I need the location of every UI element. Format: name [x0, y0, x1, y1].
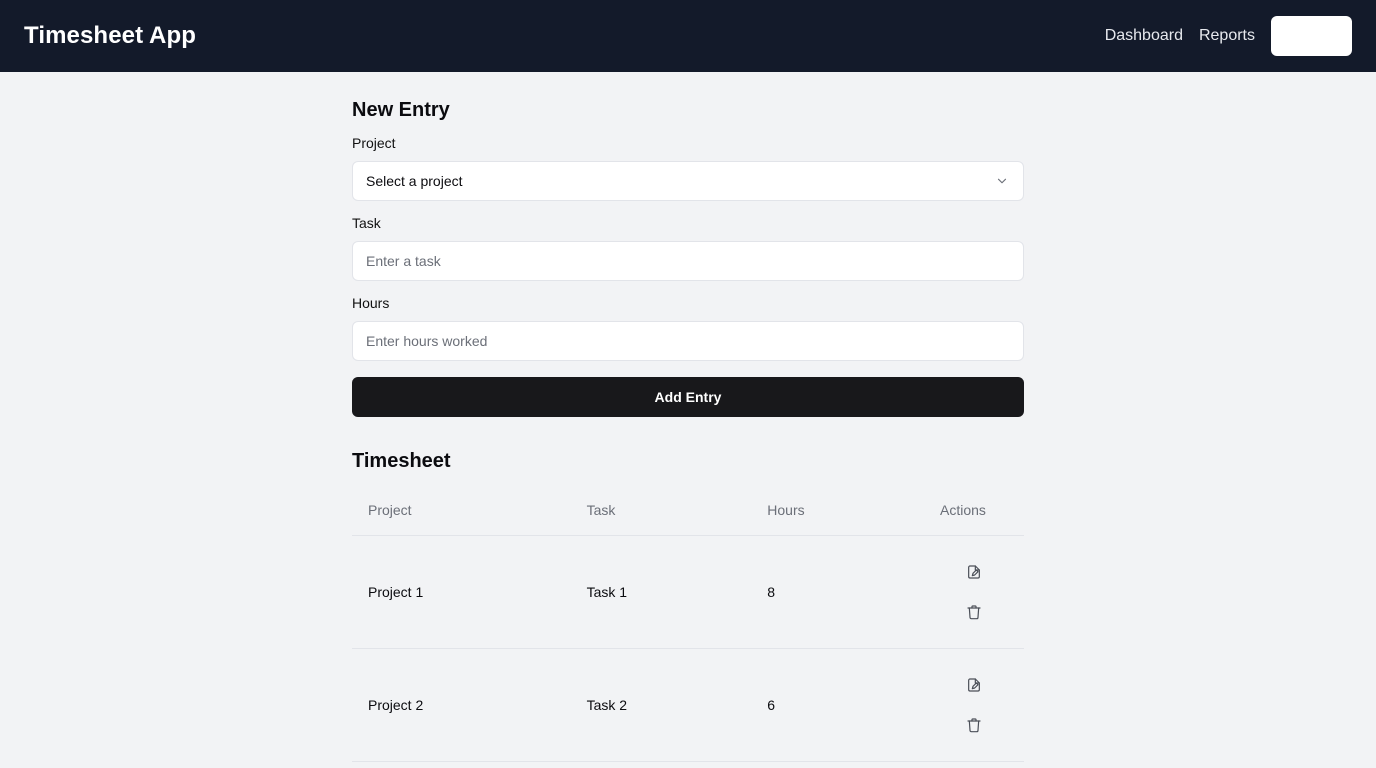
row-actions	[940, 677, 1008, 733]
timesheet-table: Project Task Hours Actions Project 1 Tas…	[352, 486, 1024, 762]
nav-action-button[interactable]	[1271, 16, 1352, 56]
cell-hours: 8	[751, 535, 924, 649]
trash-icon[interactable]	[966, 717, 982, 733]
app-title: Timesheet App	[24, 22, 197, 49]
column-header-project: Project	[352, 486, 571, 536]
add-entry-button[interactable]: Add Entry	[352, 377, 1024, 417]
chevron-down-icon	[995, 174, 1009, 188]
task-label: Task	[352, 215, 381, 231]
top-navbar: Timesheet App Dashboard Reports	[0, 0, 1376, 72]
file-edit-icon[interactable]	[966, 564, 982, 580]
row-actions	[940, 564, 1008, 620]
table-header-row: Project Task Hours Actions	[352, 486, 1024, 536]
cell-actions	[923, 535, 1024, 649]
project-select-value: Select a project	[366, 173, 463, 189]
table-row: Project 1 Task 1 8	[352, 535, 1024, 649]
timesheet-title: Timesheet	[352, 450, 451, 472]
project-select[interactable]: Select a project	[352, 161, 1024, 201]
table-row: Project 2 Task 2 6	[352, 648, 1024, 762]
nav-links: Dashboard Reports	[1105, 16, 1352, 56]
cell-project: Project 2	[352, 648, 571, 762]
new-entry-title: New Entry	[352, 99, 450, 121]
column-header-task: Task	[570, 486, 752, 536]
cell-task: Task 1	[570, 535, 752, 649]
hours-input[interactable]	[352, 321, 1024, 361]
cell-task: Task 2	[570, 648, 752, 762]
trash-icon[interactable]	[966, 604, 982, 620]
task-input[interactable]	[352, 241, 1024, 281]
project-label: Project	[352, 135, 396, 151]
main-content: New Entry Project Select a project Task …	[352, 72, 1024, 762]
nav-reports-link[interactable]: Reports	[1199, 27, 1255, 45]
nav-dashboard-link[interactable]: Dashboard	[1105, 27, 1183, 45]
column-header-hours: Hours	[751, 486, 924, 536]
cell-actions	[923, 648, 1024, 762]
hours-label: Hours	[352, 295, 390, 311]
column-header-actions: Actions	[923, 486, 1024, 536]
file-edit-icon[interactable]	[966, 677, 982, 693]
cell-hours: 6	[751, 648, 924, 762]
cell-project: Project 1	[352, 535, 571, 649]
